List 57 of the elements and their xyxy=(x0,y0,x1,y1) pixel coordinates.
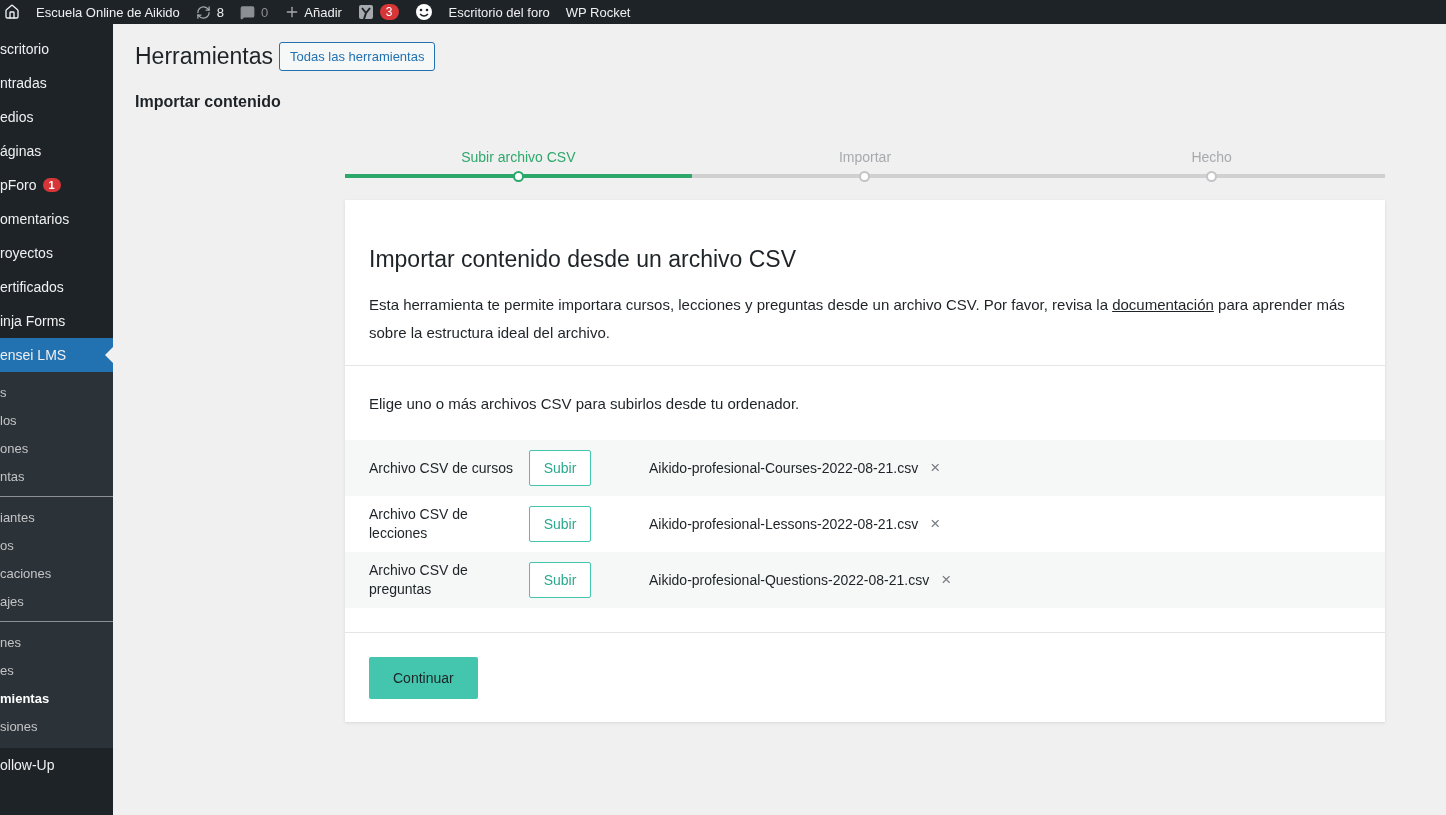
sidebar-item[interactable]: ertificados xyxy=(0,270,113,304)
upload-prompt: Elige uno o más archivos CSV para subirlos desde tu ordenador. xyxy=(368,394,801,414)
sidebar-item[interactable]: ensei LMS xyxy=(0,338,113,372)
sidebar-subitem[interactable]: ntas xyxy=(0,462,113,490)
sidebar-subitem[interactable]: ones xyxy=(0,434,113,462)
site-name-link[interactable]: Escuela Online de Aikido xyxy=(36,4,180,20)
sidebar-item[interactable]: inja Forms xyxy=(0,304,113,338)
step-label: Hecho xyxy=(1191,149,1232,165)
page-title: Herramientas xyxy=(135,43,274,70)
file-label: Archivo CSV de lecciones xyxy=(369,505,469,543)
remove-button[interactable]: × xyxy=(930,458,941,478)
all-tools-button[interactable]: Todas las herramientas xyxy=(279,42,436,71)
smiley-icon[interactable] xyxy=(414,3,433,21)
card-heading: Importar contenido desde un archivo CSV xyxy=(369,246,798,273)
sidebar-subitem[interactable]: los xyxy=(0,406,113,434)
sidebar-subitem[interactable]: caciones xyxy=(0,559,113,587)
sidebar-subitem[interactable]: iantes xyxy=(0,503,113,531)
intro-paragraph: Esta herramienta te permite importara cursos, lecciones y preguntas desde un archivo CSV. Por favor, revisa la documentación para aprender más sobre la estructura ideal del archivo. xyxy=(369,295,1346,343)
sidebar-item[interactable]: scritorio xyxy=(0,32,113,66)
sidebar-item[interactable]: omentarios xyxy=(0,202,113,236)
sidebar-subitem[interactable]: s xyxy=(0,378,113,406)
sidebar-item[interactable]: edios xyxy=(0,100,113,134)
step-label: Subir archivo CSV xyxy=(461,149,576,165)
sidebar-item[interactable]: pForo 1 xyxy=(0,168,113,202)
toolbar-link[interactable]: Escritorio del foro xyxy=(448,4,550,20)
comment-icon[interactable] xyxy=(240,4,256,20)
notification-badge: 3 xyxy=(379,4,399,20)
step-dot-icon xyxy=(1206,170,1218,182)
file-name: Aikido-profesional-Lessons-2022-08-21.csv xyxy=(649,516,919,532)
sidebar-item[interactable]: royectos xyxy=(0,236,113,270)
sidebar-subitem[interactable]: ajes xyxy=(0,587,113,615)
step-dot-icon xyxy=(859,170,871,182)
file-label: Archivo CSV de cursos xyxy=(369,458,514,478)
step-label: Importar xyxy=(838,149,892,165)
home-icon[interactable] xyxy=(4,4,20,20)
section-title: Importar contenido xyxy=(135,93,282,111)
toolbar-link[interactable]: WP Rocket xyxy=(565,4,631,20)
remove-button[interactable]: × xyxy=(941,570,952,590)
sidebar-subitem[interactable]: es xyxy=(0,656,113,684)
updates-icon[interactable] xyxy=(195,4,211,20)
sidebar-subitem[interactable]: nes xyxy=(0,628,113,656)
remove-button[interactable]: × xyxy=(930,514,941,534)
comments-count[interactable]: 0 xyxy=(261,4,269,20)
count-badge: 1 xyxy=(42,178,61,192)
continue-button[interactable]: Continuar xyxy=(369,657,478,699)
y-logo-icon[interactable] xyxy=(357,4,374,20)
documentation-link[interactable]: documentación xyxy=(1112,296,1214,313)
file-label: Archivo CSV de preguntas xyxy=(369,561,469,599)
add-new-link[interactable]: Añadir xyxy=(304,4,342,20)
updates-count[interactable]: 8 xyxy=(216,4,225,20)
sidebar-subitem[interactable]: siones xyxy=(0,712,113,740)
sidebar-item[interactable]: ntradas xyxy=(0,66,113,100)
sidebar-item[interactable]: áginas xyxy=(0,134,113,168)
file-name: Aikido-profesional-Questions-2022-08-21.csv xyxy=(649,572,930,588)
file-name: Aikido-profesional-Courses-2022-08-21.csv xyxy=(649,460,919,476)
sidebar-subitem[interactable]: mientas xyxy=(0,684,113,712)
sidebar-subitem[interactable]: os xyxy=(0,531,113,559)
